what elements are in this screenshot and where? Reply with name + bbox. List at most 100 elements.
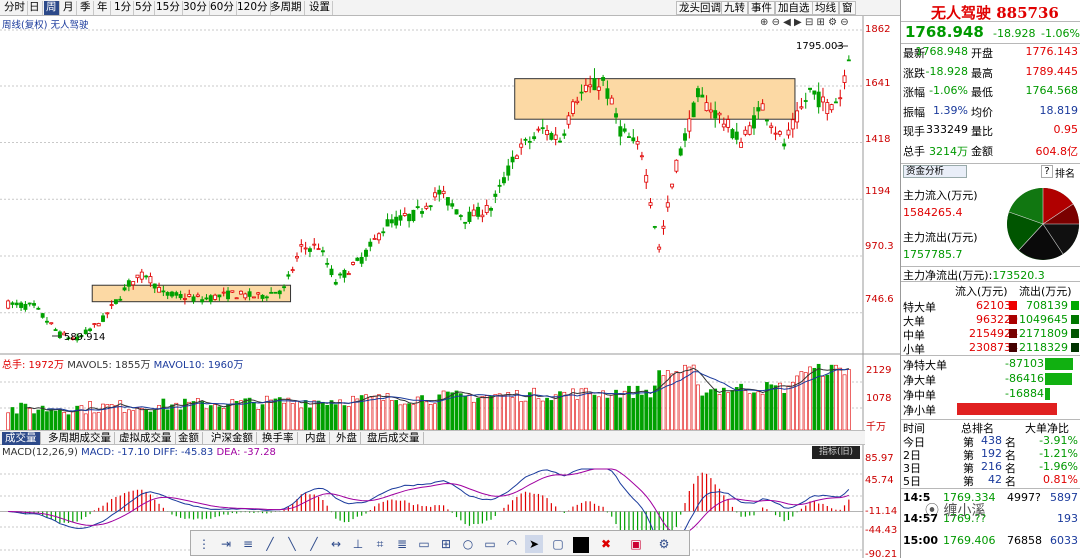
volume-bar <box>321 401 325 431</box>
delete-icon[interactable]: ✖ <box>597 535 615 553</box>
period-tab-4[interactable]: 季 <box>78 1 94 15</box>
channel-tool-icon[interactable]: ≡ <box>239 535 257 553</box>
indicator-tab-6[interactable]: 内盘 <box>302 432 330 445</box>
indicator-tab-2[interactable]: 虚拟成交量 <box>116 432 176 445</box>
volume-bar <box>58 409 62 431</box>
volume-bar <box>36 409 41 431</box>
hline-tool-icon[interactable]: ⇥ <box>217 535 235 553</box>
price-axis-label: 1862 <box>865 24 891 35</box>
candle-body <box>364 249 368 257</box>
fund-analysis-tab[interactable]: 资金分析 <box>903 165 967 178</box>
period-tab-11[interactable]: 120分 <box>235 1 271 15</box>
volume-bar <box>458 393 463 431</box>
volume-bar <box>640 394 644 431</box>
indicator-tab-4[interactable]: 沪深金额 <box>208 432 257 445</box>
candle-body <box>782 143 787 147</box>
indicator-tab-0[interactable]: 成交量 <box>2 432 41 445</box>
shrink-icon[interactable]: ⊟ <box>805 17 813 28</box>
volume-bar <box>476 397 480 431</box>
candle-body <box>480 214 485 218</box>
indicator-tab-7[interactable]: 外盘 <box>333 432 361 445</box>
volume-bar <box>273 398 278 431</box>
arc-tool-icon[interactable]: ◠ <box>503 535 521 553</box>
volume-bar <box>467 394 472 431</box>
gann-tool-icon[interactable]: ▭ <box>415 535 433 553</box>
rank-button[interactable]: 排名 <box>1055 165 1075 180</box>
toolbar-right-4[interactable]: 均线 <box>812 1 839 15</box>
period-toolbar: 分时日周月季年 1分 5分 15分 30分 60分 120分 多周期 设置 龙头回调 九转 事件 加自选… <box>0 0 900 16</box>
vline-tool-icon[interactable]: ⊥ <box>349 535 367 553</box>
toolbar-right-2[interactable]: 事件 <box>748 1 775 15</box>
gear-icon[interactable]: ⚙ <box>655 535 673 553</box>
indicator-tab-5[interactable]: 换手率 <box>259 432 298 445</box>
volume-bar <box>394 400 399 431</box>
segment-tool-icon[interactable]: ╱ <box>261 535 279 553</box>
period-tab-8[interactable]: 15分 <box>154 1 183 15</box>
cursor-tool-icon[interactable]: ➤ <box>525 535 543 553</box>
candle-body <box>204 297 209 300</box>
toolbar-right-1[interactable]: 九转 <box>721 1 748 15</box>
toolbar-right-5[interactable]: 窗 <box>839 1 856 15</box>
volume-bar <box>743 390 748 431</box>
fib-tool-icon[interactable]: ≣ <box>393 535 411 553</box>
crop-tool-icon[interactable]: ⌗ <box>371 535 389 553</box>
indicator-tab-8[interactable]: 盘后成交量 <box>364 432 424 445</box>
volume-bar <box>252 401 256 431</box>
candle-body <box>842 75 847 83</box>
candle-body <box>290 269 295 272</box>
scroll-left-icon[interactable]: ◀ <box>783 17 791 28</box>
save-icon[interactable]: ▣ <box>627 535 645 553</box>
indicator-select-button[interactable]: 指标(旧) <box>812 446 860 459</box>
line-tool-icon[interactable]: ╲ <box>283 535 301 553</box>
candle-body <box>752 115 756 129</box>
volume-bar <box>342 405 347 431</box>
volume-bar <box>127 409 131 431</box>
candle-body <box>165 292 170 296</box>
period-tab-7[interactable]: 5分 <box>133 1 156 15</box>
zoom-in-icon[interactable]: ⊕ <box>760 17 768 28</box>
period-tab-5[interactable]: 年 <box>95 1 111 15</box>
color-swatch[interactable] <box>571 535 591 553</box>
period-tab-1[interactable]: 日 <box>27 1 43 15</box>
scroll-right-icon[interactable]: ▶ <box>794 17 802 28</box>
volume-bar <box>377 394 381 431</box>
candle-body <box>463 221 468 224</box>
toolbar-right-0[interactable]: 龙头回调 <box>676 1 724 15</box>
toolbar-right-3[interactable]: 加自选 <box>775 1 813 15</box>
help-button[interactable]: ? <box>1041 165 1053 178</box>
period-tab-0[interactable]: 分时 <box>2 1 28 15</box>
volume-bar <box>700 395 705 431</box>
candle-body <box>795 110 800 123</box>
ray-tool-icon[interactable]: ╱ <box>305 535 323 553</box>
rect-tool-icon[interactable]: ▭ <box>481 535 499 553</box>
minus-icon[interactable]: ⊖ <box>840 17 848 28</box>
candle-body <box>665 202 670 208</box>
period-tab-3[interactable]: 月 <box>61 1 77 15</box>
period-tab-6[interactable]: 1分 <box>112 1 135 15</box>
candle-body <box>424 205 429 209</box>
period-tab-2[interactable]: 周 <box>44 1 60 15</box>
candle-body <box>273 291 278 294</box>
volume-bar <box>19 402 23 431</box>
kline-chart[interactable] <box>0 16 900 558</box>
volume-bar <box>70 411 75 431</box>
period-tab-12[interactable]: 多周期 <box>268 1 305 15</box>
indicator-tab-1[interactable]: 多周期成交量 <box>45 432 115 445</box>
grip-icon[interactable]: ⋮ <box>195 535 213 553</box>
period-tab-9[interactable]: 30分 <box>181 1 210 15</box>
ellipse-tool-icon[interactable]: ○ <box>459 535 477 553</box>
expand-icon[interactable]: ⊞ <box>817 17 825 28</box>
period-tab-13[interactable]: 设置 <box>307 1 333 15</box>
zoom-out-icon[interactable]: ⊖ <box>772 17 780 28</box>
candle-body <box>195 294 200 297</box>
text-tool-icon[interactable]: ▢ <box>549 535 567 553</box>
candle-body <box>519 143 524 148</box>
volume-bar <box>808 366 812 431</box>
period-tab-10[interactable]: 60分 <box>208 1 237 15</box>
indicator-tab-3[interactable]: 金额 <box>175 432 203 445</box>
settings-icon[interactable]: ⚙ <box>828 17 837 28</box>
volume-bar <box>27 408 32 431</box>
measure-tool-icon[interactable]: ↔ <box>327 535 345 553</box>
volume-bar <box>329 400 334 431</box>
period-tool-icon[interactable]: ⊞ <box>437 535 455 553</box>
